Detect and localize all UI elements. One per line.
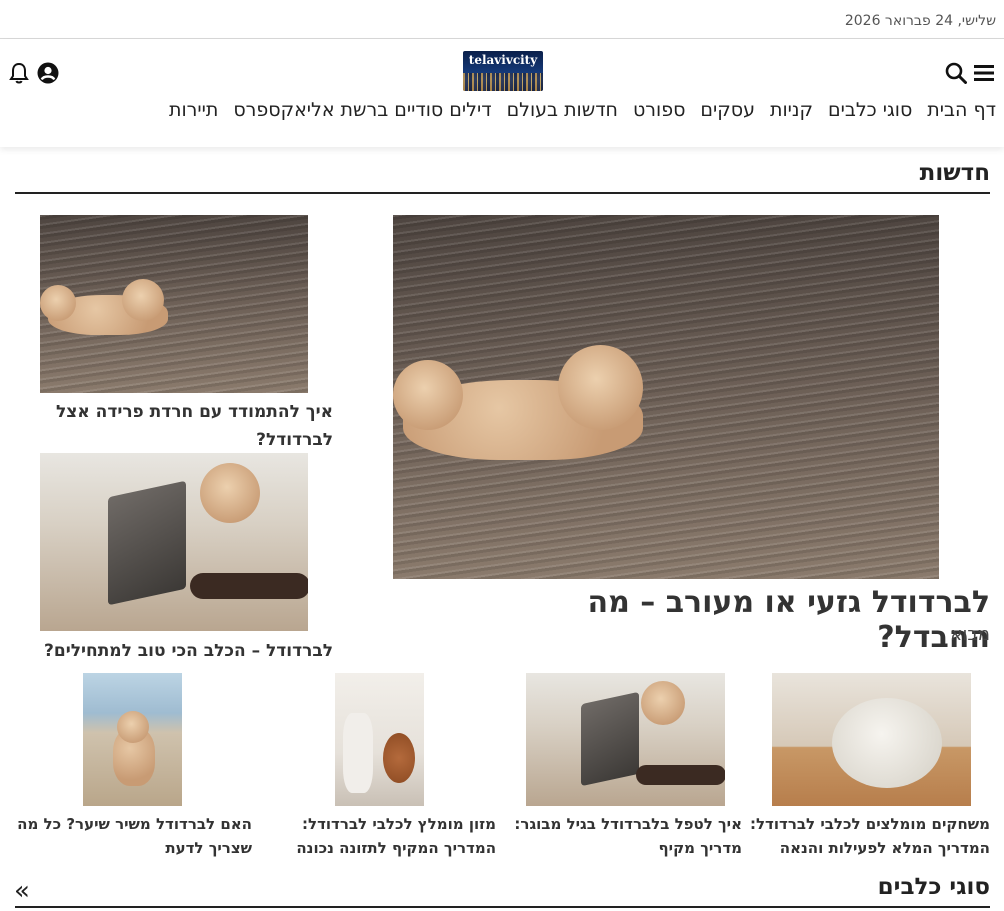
main-article-title[interactable]: לברדודל גזעי או מעורב – מה ההבדל? — [470, 585, 990, 655]
dog-tail — [40, 285, 76, 321]
person — [343, 713, 373, 793]
row-article-4-image[interactable] — [83, 673, 182, 806]
search-icon[interactable] — [944, 61, 968, 85]
user-icon[interactable] — [36, 61, 60, 85]
nav-item-home[interactable]: דף הבית — [927, 99, 996, 121]
dog-head — [383, 733, 415, 783]
breeds-section-title[interactable]: סוגי כלבים — [878, 874, 990, 900]
laptop — [581, 691, 639, 787]
arm — [190, 573, 308, 599]
side-article-2-image[interactable] — [40, 453, 308, 631]
site-header: telavivcity דף הבית סוגי כלבים קניות עסק… — [0, 39, 1004, 147]
logo-text: telavivcity — [468, 53, 538, 67]
dog-head — [117, 711, 149, 743]
current-date: שלישי, 24 פברואר 2026 — [844, 13, 996, 29]
row-article-3-image[interactable] — [335, 673, 424, 806]
row-article-2-image[interactable] — [526, 673, 725, 806]
main-article-category[interactable]: מבוא — [950, 624, 990, 645]
row-article-1-title[interactable]: משחקים מומלצים לכלבי לברדודל: המדריך המל… — [750, 812, 990, 860]
news-section-title[interactable]: חדשות — [920, 160, 990, 186]
main-article-image[interactable] — [393, 215, 939, 579]
dog-head — [122, 279, 164, 321]
nav-item-business[interactable]: עסקים — [700, 99, 755, 121]
nav-item-world-news[interactable]: חדשות בעולם — [507, 99, 618, 121]
nav-item-tourism[interactable]: תיירות — [169, 99, 218, 121]
side-article-1-title[interactable]: איך להתמודד עם חרדת פרידה אצל לברדודל? — [33, 398, 333, 454]
breeds-section-rule — [15, 906, 990, 908]
site-logo[interactable]: telavivcity — [463, 51, 543, 91]
nav-item-shopping[interactable]: קניות — [770, 99, 813, 121]
arm — [636, 765, 725, 785]
row-article-1-image[interactable] — [772, 673, 971, 806]
dog-head — [832, 698, 942, 788]
laptop — [108, 480, 186, 606]
menu-icon[interactable] — [972, 61, 996, 85]
row-article-2-title[interactable]: איך לטפל בלברדודל בגיל מבוגר: מדריך מקיף — [502, 812, 742, 860]
dog-head — [558, 345, 643, 430]
side-article-2-title[interactable]: לברדודל – הכלב הכי טוב למתחילים? — [33, 637, 333, 665]
more-arrow-icon[interactable]: » — [14, 876, 30, 906]
nav-item-sports[interactable]: ספורט — [633, 99, 685, 121]
row-article-3-title[interactable]: מזון מומלץ לכלבי לברדודל: המדריך המקיף ל… — [256, 812, 496, 860]
side-article-1-image[interactable] — [40, 215, 308, 393]
row-article-4-title[interactable]: האם לברדודל משיר שיער? כל מה שצריך לדעת — [12, 812, 252, 860]
main-nav: דף הבית סוגי כלבים קניות עסקים ספורט חדש… — [154, 99, 996, 121]
nav-item-dog-breeds[interactable]: סוגי כלבים — [828, 99, 912, 121]
dog-head — [200, 463, 260, 523]
logo-skyline — [463, 73, 543, 91]
bell-icon[interactable] — [7, 61, 31, 85]
dog-tail — [393, 360, 463, 430]
news-section-rule — [15, 192, 990, 194]
nav-item-aliexpress-deals[interactable]: דילים סודיים ברשת אליאקספרס — [233, 99, 491, 121]
date-bar: שלישי, 24 פברואר 2026 — [0, 0, 1004, 39]
dog-head — [641, 681, 685, 725]
